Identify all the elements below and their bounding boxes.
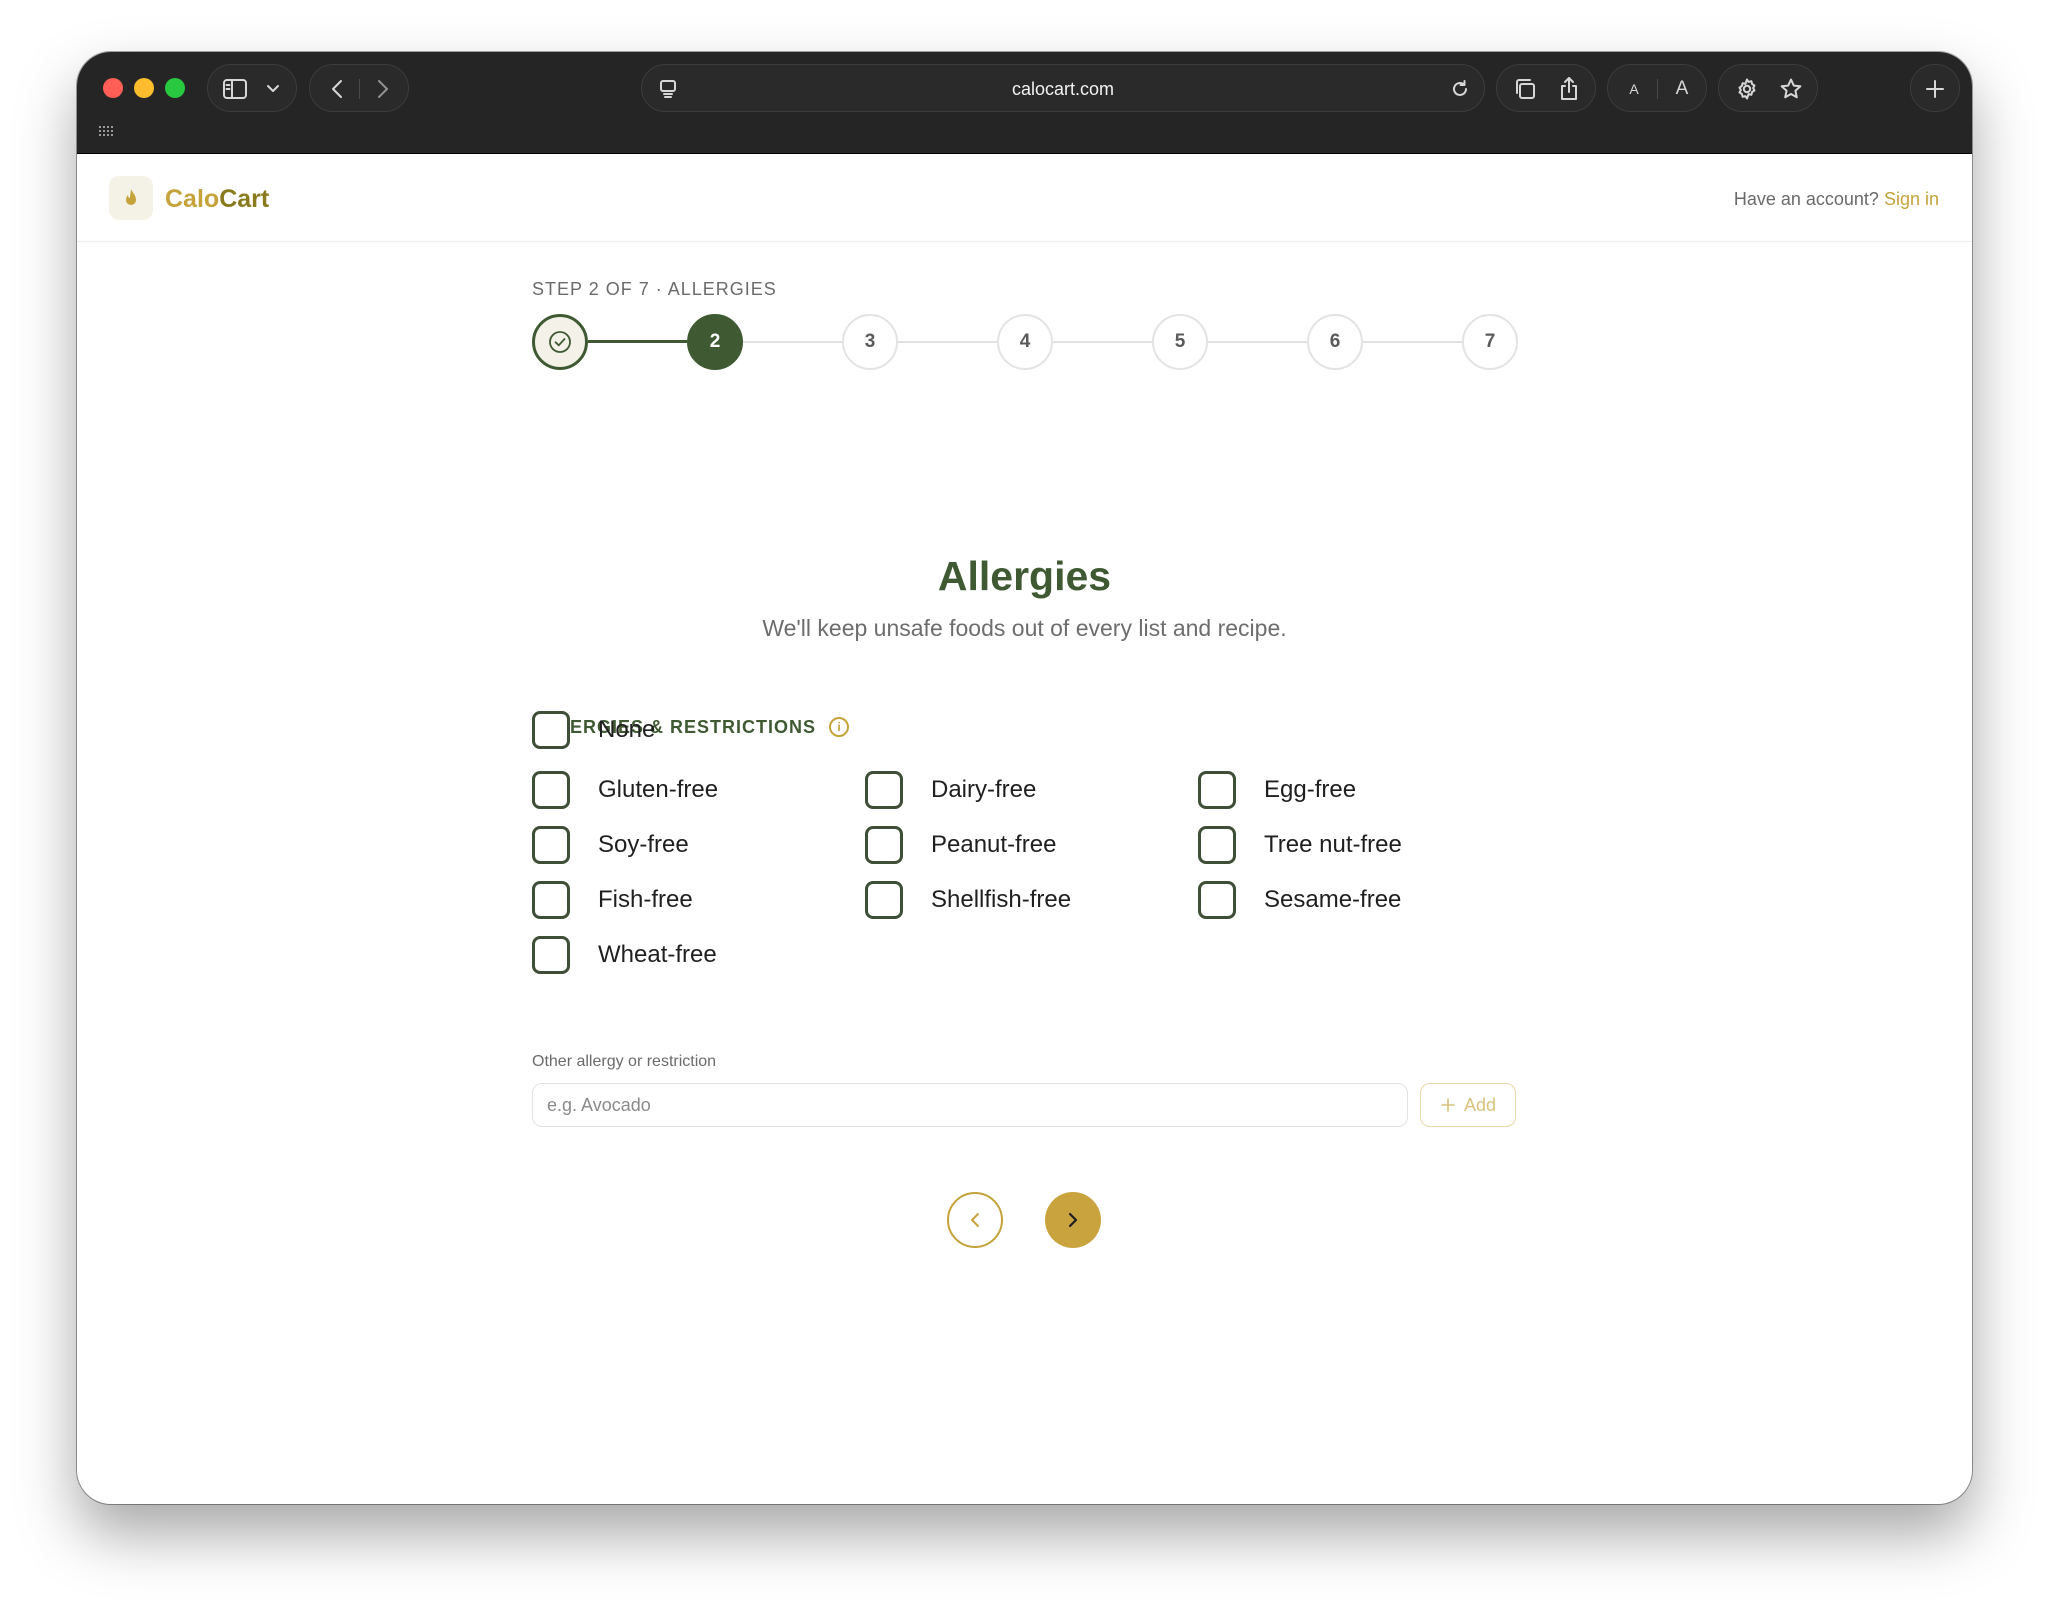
step-connector-1 [588, 340, 687, 343]
brand-name-part2: Cart [219, 185, 270, 213]
option-egg-free[interactable]: Egg-free [1198, 770, 1356, 810]
other-allergy-input[interactable] [532, 1083, 1408, 1127]
checkbox-fish-free[interactable] [532, 881, 570, 919]
chevron-left-icon [971, 1213, 979, 1227]
page-title: Allergies [937, 553, 1112, 599]
history-nav-group [309, 64, 409, 112]
option-peanut-free-label: Peanut-free [931, 831, 1057, 858]
step-6[interactable]: 6 [1307, 314, 1363, 370]
option-egg-free-label: Egg-free [1264, 776, 1357, 803]
plus-icon [1441, 1098, 1455, 1112]
address-bar[interactable]: calocart.com [641, 64, 1485, 112]
font-size-group: A A [1607, 64, 1707, 112]
option-gluten-free-label: Gluten-free [598, 776, 719, 803]
next-step-button[interactable] [1045, 1192, 1101, 1248]
font-smaller-button[interactable]: A [1616, 65, 1652, 113]
step-5[interactable]: 5 [1152, 314, 1208, 370]
step-connector-3 [898, 341, 997, 343]
close-window-button[interactable] [103, 78, 123, 98]
page-subtitle: We'll keep unsafe foods out of every lis… [762, 615, 1287, 641]
site-header: CaloCart Have an account? Sign in [77, 154, 1972, 242]
option-wheat-free[interactable]: Wheat-free [532, 935, 717, 975]
add-allergy-button[interactable]: Add [1420, 1083, 1516, 1127]
info-icon[interactable]: i [829, 717, 850, 737]
minimize-window-button[interactable] [134, 78, 154, 98]
step-connector-4 [1053, 341, 1152, 343]
browser-window: calocart.com A A CaloCart Have an accoun… [77, 52, 1972, 1504]
option-gluten-free[interactable]: Gluten-free [532, 770, 718, 810]
step-2-current[interactable]: 2 [687, 314, 743, 370]
checkbox-wheat-free[interactable] [532, 936, 570, 974]
option-none-label: None [598, 716, 656, 743]
previous-step-button[interactable] [947, 1192, 1003, 1248]
maximize-window-button[interactable] [165, 78, 185, 98]
step-3[interactable]: 3 [842, 314, 898, 370]
flame-logo-icon[interactable] [109, 176, 153, 220]
step-connector-2 [743, 341, 842, 343]
step-7[interactable]: 7 [1462, 314, 1518, 370]
step-1-completed[interactable] [532, 314, 588, 370]
option-dairy-free-label: Dairy-free [931, 776, 1037, 803]
tab-actions-group [1496, 64, 1596, 112]
reload-icon[interactable] [1442, 65, 1478, 113]
option-fish-free[interactable]: Fish-free [532, 880, 693, 920]
checkbox-soy-free[interactable] [532, 826, 570, 864]
progress-stepper: 2 3 4 5 6 7 [532, 314, 1522, 370]
other-allergy-label: Other allergy or restriction [532, 1053, 717, 1070]
account-prompt-text: Have an account? [1733, 189, 1879, 209]
step-label: STEP 2 OF 7 · ALLERGIES [532, 279, 777, 299]
checkbox-dairy-free[interactable] [865, 771, 903, 809]
new-tab-group [1910, 64, 1960, 112]
brand-logo-text[interactable]: CaloCart [165, 184, 269, 214]
option-wheat-free-label: Wheat-free [598, 941, 717, 968]
chevron-right-icon [1068, 1212, 1078, 1228]
url-text[interactable]: calocart.com [642, 65, 1484, 113]
step-4[interactable]: 4 [997, 314, 1053, 370]
chevron-down-icon[interactable] [260, 65, 286, 113]
option-shellfish-free[interactable]: Shellfish-free [865, 880, 1071, 920]
font-larger-button[interactable]: A [1664, 65, 1700, 113]
back-arrow-icon[interactable] [322, 65, 352, 113]
share-icon[interactable] [1553, 65, 1585, 113]
option-soy-free[interactable]: Soy-free [532, 825, 689, 865]
checkbox-peanut-free[interactable] [865, 826, 903, 864]
checkbox-gluten-free[interactable] [532, 771, 570, 809]
browser-toolbar: calocart.com A A [77, 52, 1972, 154]
tab-grid-icon[interactable] [99, 126, 115, 138]
option-tree-nut-free[interactable]: Tree nut-free [1198, 825, 1402, 865]
step-connector-6 [1363, 341, 1462, 343]
checkbox-tree-nut-free[interactable] [1198, 826, 1236, 864]
option-fish-free-label: Fish-free [598, 886, 693, 913]
option-sesame-free[interactable]: Sesame-free [1198, 880, 1401, 920]
checkbox-none[interactable] [532, 711, 570, 749]
option-shellfish-free-label: Shellfish-free [931, 886, 1072, 913]
sidebar-toggle-group [207, 64, 297, 112]
settings-group [1718, 64, 1818, 112]
new-tab-plus-icon[interactable] [1917, 65, 1953, 113]
checkbox-sesame-free[interactable] [1198, 881, 1236, 919]
forward-arrow-icon[interactable] [368, 65, 398, 113]
option-sesame-free-label: Sesame-free [1264, 886, 1402, 913]
option-tree-nut-free-label: Tree nut-free [1264, 831, 1402, 858]
checkbox-egg-free[interactable] [1198, 771, 1236, 809]
tab-overview-icon[interactable] [1509, 65, 1541, 113]
step-connector-5 [1208, 341, 1307, 343]
add-button-label: Add [1463, 1094, 1497, 1115]
sidebar-icon[interactable] [218, 65, 252, 113]
option-none[interactable]: None [532, 710, 655, 750]
account-prompt: Have an account? Sign in [1734, 188, 1939, 210]
gear-icon[interactable] [1729, 65, 1765, 113]
bookmark-star-icon[interactable] [1773, 65, 1809, 113]
option-peanut-free[interactable]: Peanut-free [865, 825, 1056, 865]
option-dairy-free[interactable]: Dairy-free [865, 770, 1036, 810]
brand-name-part1: Calo [165, 185, 220, 213]
option-soy-free-label: Soy-free [598, 831, 689, 858]
checkbox-shellfish-free[interactable] [865, 881, 903, 919]
check-circle-icon [549, 331, 571, 353]
sign-in-link[interactable]: Sign in [1884, 189, 1939, 209]
